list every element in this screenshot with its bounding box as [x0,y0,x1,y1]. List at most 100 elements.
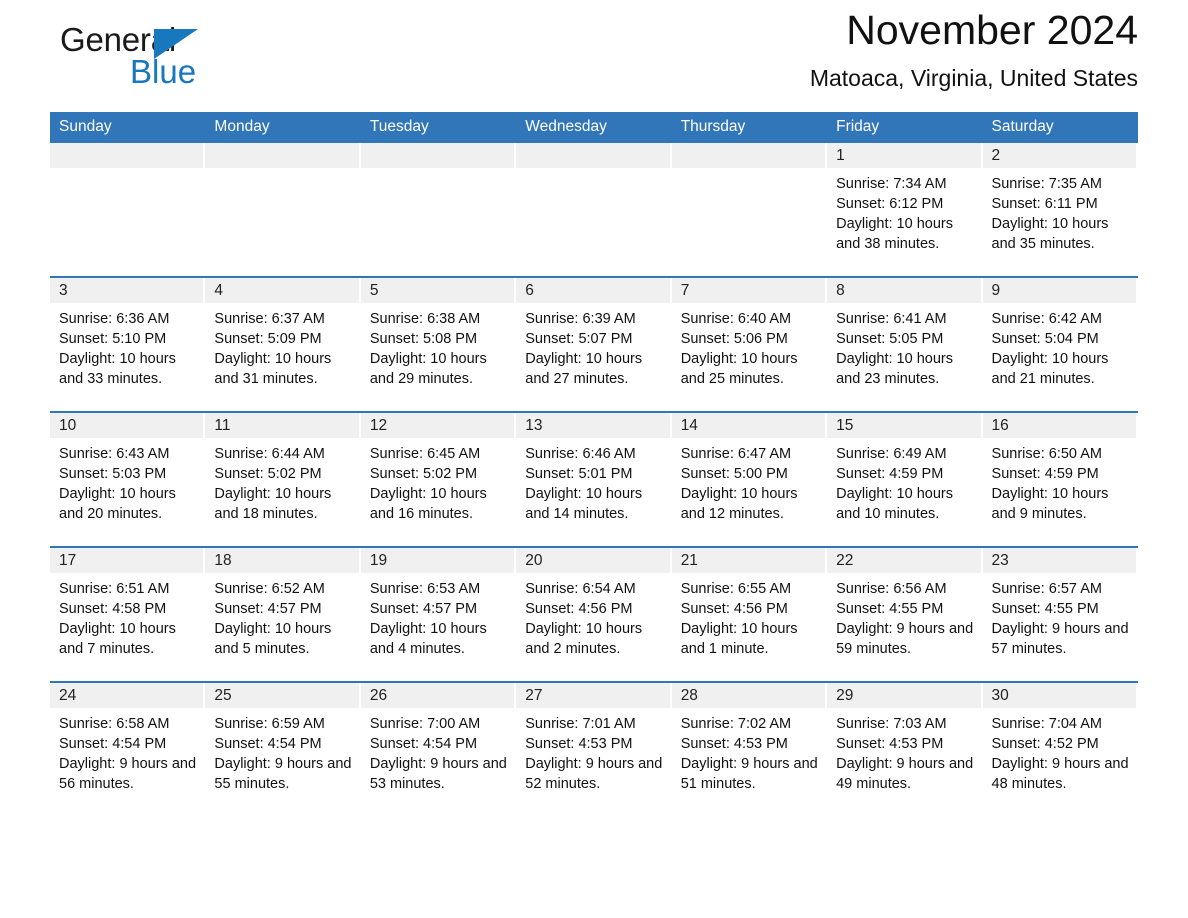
sunrise-text: Sunrise: 6:38 AM [369,311,481,327]
calendar-day-cell[interactable]: 11 Sunrise: 6:44 AM Sunset: 5:02 PM Dayligh… [205,412,361,548]
sunset-text: Sunset: 5:05 PM [836,331,944,347]
calendar-day-cell[interactable]: 16 Sunrise: 6:50 AM Sunset: 4:59 PM Dayligh… [982,412,1138,548]
day-number: 10 [50,413,204,438]
sunset-text: Sunset: 5:02 PM [369,466,478,482]
day-number: 2 [982,143,1136,168]
calendar-day-cell-empty [50,143,206,278]
calendar-week-row: 1 Sunrise: 7:34 AM Sunset: 6:12 PM Daylight… [50,143,1138,278]
day-details: Sunrise: 7:04 AM Sunset: 4:52 PM Daylight:… [983,708,1138,794]
daylight-text: Daylight: 10 hours and 31 minutes. [214,351,332,387]
day-details: Sunrise: 6:51 AM Sunset: 4:58 PM Daylight:… [50,573,205,659]
day-number: 8 [827,278,981,303]
calendar-day-cell-empty [671,143,828,278]
weekday-header-sunday: Sunday [50,112,206,143]
calendar-day-cell[interactable]: 10 Sunrise: 6:43 AM Sunset: 5:03 PM Dayligh… [50,412,206,548]
day-details: Sunrise: 6:50 AM Sunset: 4:59 PM Daylight:… [983,438,1138,524]
day-number: 29 [827,683,981,708]
calendar-day-cell[interactable]: 29 Sunrise: 7:03 AM Sunset: 4:53 PM Dayligh… [827,682,982,816]
calendar-day-cell[interactable]: 27 Sunrise: 7:01 AM Sunset: 4:53 PM Dayligh… [516,682,671,816]
day-number: 1 [827,143,981,168]
daylight-text: Daylight: 9 hours and 51 minutes. [680,756,818,792]
day-details: Sunrise: 6:58 AM Sunset: 4:54 PM Daylight:… [50,708,205,794]
sunrise-text: Sunrise: 7:34 AM [836,176,947,192]
day-details: Sunrise: 6:59 AM Sunset: 4:54 PM Daylight:… [205,708,360,794]
sunrise-text: Sunrise: 6:56 AM [836,581,947,597]
sunset-text: Sunset: 5:02 PM [214,466,322,482]
day-details: Sunrise: 6:43 AM Sunset: 5:03 PM Daylight:… [50,438,205,524]
daylight-text: Daylight: 9 hours and 56 minutes. [59,756,197,792]
daylight-text: Daylight: 10 hours and 10 minutes. [836,486,953,522]
weekday-header-wednesday: Wednesday [516,112,672,143]
calendar-day-cell[interactable]: 1 Sunrise: 7:34 AM Sunset: 6:12 PM Daylight… [827,143,983,278]
calendar-day-cell[interactable]: 13 Sunrise: 6:46 AM Sunset: 5:01 PM Dayligh… [516,412,672,548]
day-number: 9 [982,278,1136,303]
day-details: Sunrise: 7:03 AM Sunset: 4:53 PM Daylight:… [827,708,982,794]
daylight-text: Daylight: 9 hours and 52 minutes. [525,756,663,792]
day-number: 26 [360,683,515,708]
day-number: 20 [516,548,670,573]
sunset-text: Sunset: 4:57 PM [369,601,478,617]
sunrise-text: Sunrise: 7:35 AM [991,176,1102,192]
day-details: Sunrise: 6:44 AM Sunset: 5:02 PM Daylight:… [205,438,360,524]
calendar-day-cell[interactable]: 24 Sunrise: 6:58 AM Sunset: 4:54 PM Dayligh… [50,682,205,816]
calendar-day-cell[interactable]: 28 Sunrise: 7:02 AM Sunset: 4:53 PM Dayligh… [671,682,827,816]
sunrise-text: Sunrise: 6:52 AM [214,581,325,597]
calendar-day-cell[interactable]: 3 Sunrise: 6:36 AM Sunset: 5:10 PM Daylight… [50,277,206,413]
day-number [50,143,204,168]
brand-logo[interactable]: General Blue [50,13,310,93]
day-number: 18 [205,548,359,573]
calendar-week-row: 3 Sunrise: 6:36 AM Sunset: 5:10 PM Daylight… [50,277,1138,413]
calendar-day-cell-empty [360,143,517,278]
sunset-text: Sunset: 6:11 PM [991,196,1098,212]
calendar-day-cell[interactable]: 15 Sunrise: 6:49 AM Sunset: 4:59 PM Dayligh… [827,412,983,548]
calendar-week-row: 24 Sunrise: 6:58 AM Sunset: 4:54 PM Dayligh… [50,682,1138,816]
day-number: 22 [827,548,981,573]
daylight-text: Daylight: 10 hours and 21 minutes. [991,351,1109,387]
calendar-day-cell-empty [516,143,672,278]
day-number [671,143,826,168]
sunrise-text: Sunrise: 6:49 AM [836,446,947,462]
daylight-text: Daylight: 10 hours and 29 minutes. [369,351,487,387]
calendar-day-cell[interactable]: 6 Sunrise: 6:39 AM Sunset: 5:07 PM Daylight… [516,277,672,413]
day-number: 11 [205,413,359,438]
calendar-day-cell[interactable]: 7 Sunrise: 6:40 AM Sunset: 5:06 PM Daylight… [671,277,828,413]
sunset-text: Sunset: 4:52 PM [991,736,1099,752]
calendar-day-cell[interactable]: 14 Sunrise: 6:47 AM Sunset: 5:00 PM Dayligh… [671,412,828,548]
daylight-text: Daylight: 10 hours and 4 minutes. [369,621,487,657]
calendar-day-cell[interactable]: 20 Sunrise: 6:54 AM Sunset: 4:56 PM Dayligh… [516,547,672,683]
sunrise-text: Sunrise: 6:51 AM [59,581,170,597]
sunrise-text: Sunrise: 7:00 AM [369,716,481,732]
calendar-day-cell[interactable]: 22 Sunrise: 6:56 AM Sunset: 4:55 PM Dayligh… [827,547,983,683]
calendar-day-cell[interactable]: 5 Sunrise: 6:38 AM Sunset: 5:08 PM Daylight… [360,277,517,413]
calendar-day-cell[interactable]: 9 Sunrise: 6:42 AM Sunset: 5:04 PM Daylight… [982,277,1138,413]
calendar-day-cell[interactable]: 17 Sunrise: 6:51 AM Sunset: 4:58 PM Dayligh… [50,547,206,683]
calendar-day-cell[interactable]: 23 Sunrise: 6:57 AM Sunset: 4:55 PM Dayligh… [982,547,1138,683]
title-block: November 2024 Matoaca, Virginia, United … [810,0,1138,92]
calendar-day-cell[interactable]: 2 Sunrise: 7:35 AM Sunset: 6:11 PM Daylight… [982,143,1138,278]
sunset-text: Sunset: 4:53 PM [525,736,633,752]
sunset-text: Sunset: 4:54 PM [369,736,478,752]
sunrise-text: Sunrise: 6:45 AM [369,446,481,462]
calendar-table: Sunday Monday Tuesday Wednesday Thursday… [50,112,1138,816]
calendar-day-cell[interactable]: 21 Sunrise: 6:55 AM Sunset: 4:56 PM Dayligh… [671,547,828,683]
calendar-day-cell[interactable]: 8 Sunrise: 6:41 AM Sunset: 5:05 PM Daylight… [827,277,983,413]
weekday-header-monday: Monday [205,112,361,143]
calendar-day-cell[interactable]: 19 Sunrise: 6:53 AM Sunset: 4:57 PM Dayligh… [360,547,517,683]
sunset-text: Sunset: 4:53 PM [836,736,944,752]
calendar-day-cell[interactable]: 18 Sunrise: 6:52 AM Sunset: 4:57 PM Dayligh… [205,547,361,683]
day-number: 24 [50,683,204,708]
daylight-text: Daylight: 10 hours and 5 minutes. [214,621,332,657]
sunrise-text: Sunrise: 7:04 AM [991,716,1102,732]
brand-name-blue: Blue [130,53,197,90]
sunset-text: Sunset: 4:57 PM [214,601,322,617]
day-number: 12 [360,413,515,438]
calendar-day-cell[interactable]: 30 Sunrise: 7:04 AM Sunset: 4:52 PM Dayligh… [982,682,1138,816]
calendar-day-cell[interactable]: 25 Sunrise: 6:59 AM Sunset: 4:54 PM Dayligh… [205,682,360,816]
sunset-text: Sunset: 4:54 PM [214,736,322,752]
daylight-text: Daylight: 10 hours and 2 minutes. [525,621,643,657]
calendar-day-cell[interactable]: 26 Sunrise: 7:00 AM Sunset: 4:54 PM Dayligh… [360,682,516,816]
calendar-day-cell[interactable]: 4 Sunrise: 6:37 AM Sunset: 5:09 PM Daylight… [205,277,361,413]
calendar-day-cell[interactable]: 12 Sunrise: 6:45 AM Sunset: 5:02 PM Dayligh… [360,412,517,548]
sunrise-text: Sunrise: 6:54 AM [525,581,636,597]
daylight-text: Daylight: 9 hours and 59 minutes. [836,621,974,657]
